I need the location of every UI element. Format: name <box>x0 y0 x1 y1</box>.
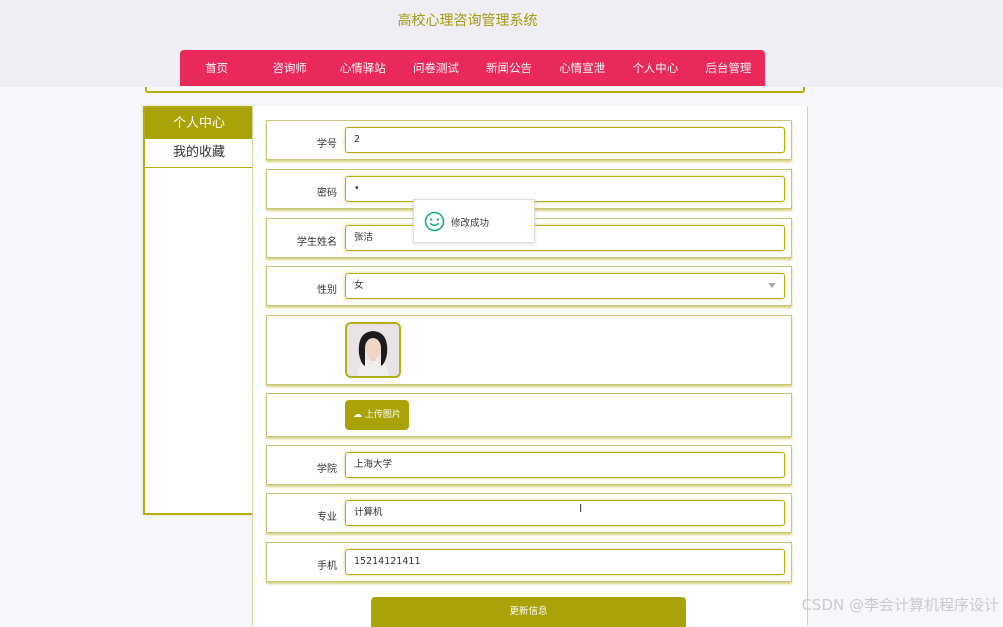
college-input[interactable]: 上海大学 <box>345 452 785 478</box>
phone-input[interactable]: 15214121411 <box>345 549 785 575</box>
nav-mood-vent[interactable]: 心情宣泄 <box>546 50 619 86</box>
student-id-label: 学号 <box>317 139 337 150</box>
main-nav: 首页 咨询师 心情驿站 问卷测试 新闻公告 心情宣泄 个人中心 后台管理 <box>180 50 765 86</box>
text-cursor-icon: I <box>579 502 583 515</box>
major-row: 专业 计算机 <box>266 493 792 533</box>
major-input[interactable]: 计算机 <box>345 500 785 526</box>
major-label: 专业 <box>317 512 337 523</box>
sidebar: 个人中心 我的收藏 <box>143 106 255 515</box>
gender-row: 性别 女 <box>266 266 792 306</box>
student-id-row: 学号 2 <box>266 120 792 160</box>
nav-personal-center[interactable]: 个人中心 <box>619 50 692 86</box>
nav-counselors[interactable]: 咨询师 <box>253 50 326 86</box>
gender-select[interactable]: 女 <box>345 273 785 299</box>
student-id-input[interactable]: 2 <box>345 127 785 153</box>
avatar <box>345 322 401 378</box>
student-name-label: 学生姓名 <box>297 237 337 248</box>
password-input[interactable]: • <box>345 176 785 202</box>
sidebar-item-favorites[interactable]: 我的收藏 <box>145 139 253 168</box>
college-label: 学院 <box>317 464 337 475</box>
site-title: 高校心理咨询管理系统 <box>397 13 538 29</box>
phone-row: 手机 15214121411 <box>266 542 792 582</box>
upload-row: ☁ 上传图片 <box>266 393 792 437</box>
nav-admin[interactable]: 后台管理 <box>692 50 765 86</box>
cloud-upload-icon: ☁ <box>353 410 365 420</box>
sidebar-item-personal-center[interactable]: 个人中心 <box>145 108 253 139</box>
nav-mood-station[interactable]: 心情驿站 <box>326 50 399 86</box>
smile-icon <box>424 211 445 232</box>
phone-label: 手机 <box>317 561 337 572</box>
chevron-down-icon <box>768 283 776 288</box>
nav-questionnaire[interactable]: 问卷测试 <box>399 50 472 86</box>
student-name-input[interactable]: 张洁 <box>345 225 785 251</box>
photo-row <box>266 315 792 385</box>
watermark: CSDN @李会计算机程序设计 <box>801 596 999 614</box>
upload-image-label: 上传图片 <box>364 410 401 420</box>
gender-label: 性别 <box>317 285 337 296</box>
toast-message: 修改成功 <box>451 218 490 229</box>
nav-home[interactable]: 首页 <box>180 50 253 86</box>
nav-underline <box>145 87 805 93</box>
gender-value: 女 <box>354 280 364 291</box>
nav-news[interactable]: 新闻公告 <box>473 50 546 86</box>
password-label: 密码 <box>317 188 337 199</box>
college-row: 学院 上海大学 <box>266 445 792 485</box>
success-toast: 修改成功 <box>413 199 535 243</box>
update-info-button[interactable]: 更新信息 <box>371 597 686 627</box>
upload-image-button[interactable]: ☁ 上传图片 <box>345 400 409 430</box>
